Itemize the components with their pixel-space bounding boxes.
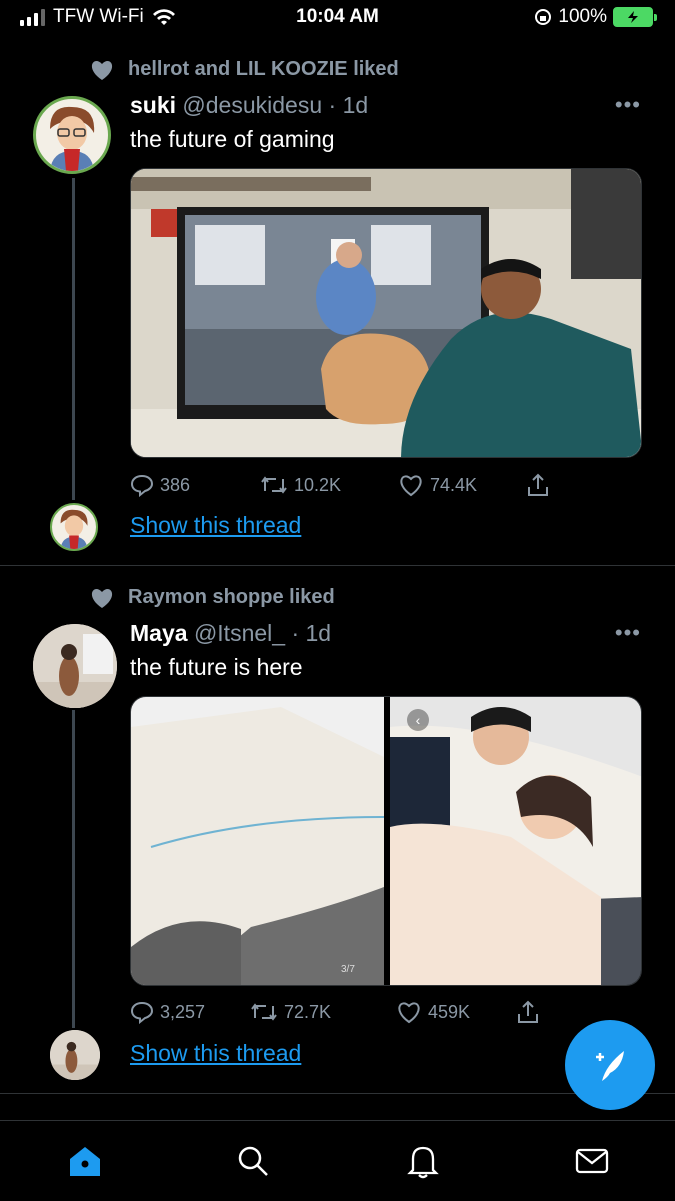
reply-icon bbox=[130, 1001, 154, 1024]
retweet-button[interactable]: 10.2K bbox=[260, 473, 398, 497]
more-icon[interactable]: ••• bbox=[615, 620, 641, 646]
media-counter: 3/7 bbox=[341, 964, 355, 975]
tab-notifications[interactable] bbox=[403, 1141, 443, 1181]
avatar[interactable] bbox=[33, 96, 111, 174]
thread-avatar-illustration bbox=[60, 509, 88, 549]
battery-icon bbox=[613, 7, 657, 27]
tweet-header: suki @desukidesu · 1d bbox=[130, 92, 368, 119]
media-photos: 3/7 bbox=[131, 697, 641, 985]
like-count: 74.4K bbox=[430, 474, 478, 495]
avatar[interactable] bbox=[33, 624, 117, 708]
avatar-illustration bbox=[50, 106, 95, 171]
tweet-text: the future of gaming bbox=[130, 126, 335, 152]
social-context: Raymon shoppe liked bbox=[90, 586, 335, 609]
retweet-button[interactable]: 72.7K bbox=[250, 1000, 396, 1024]
search-icon bbox=[238, 1146, 268, 1176]
thread-avatar[interactable] bbox=[50, 503, 98, 551]
tweet-actions: 386 10.2K 74.4K bbox=[130, 472, 570, 498]
tweet-header: Maya @Itsnel_ · 1d bbox=[130, 620, 331, 647]
back-icon[interactable]: ‹ bbox=[407, 709, 429, 731]
social-context: hellrot and LIL KOOZIE liked bbox=[90, 58, 399, 81]
tweet-actions: 3,257 72.7K 459K bbox=[130, 999, 570, 1025]
tweet-divider bbox=[0, 565, 675, 566]
like-icon bbox=[398, 1002, 420, 1024]
reply-count: 386 bbox=[160, 474, 191, 495]
reply-button[interactable]: 3,257 bbox=[130, 1000, 250, 1024]
avatar-photo bbox=[33, 624, 117, 708]
battery-percent: 100% bbox=[558, 6, 607, 27]
tweet-media[interactable]: 3/7 ‹ bbox=[130, 696, 642, 986]
tab-search[interactable] bbox=[233, 1141, 273, 1181]
thread-line bbox=[72, 710, 75, 1028]
share-icon bbox=[528, 473, 548, 496]
retweet-count: 72.7K bbox=[284, 1001, 332, 1022]
status-bar: TFW Wi-Fi 10:04 AM 100% bbox=[0, 0, 675, 36]
like-button[interactable]: 459K bbox=[396, 1000, 516, 1024]
media-photo bbox=[131, 169, 641, 457]
tweet-time: · 1d bbox=[328, 92, 369, 118]
compose-icon bbox=[596, 1051, 624, 1081]
tweet-time: · 1d bbox=[291, 620, 332, 646]
tab-bar bbox=[0, 1120, 675, 1201]
show-thread-link[interactable]: Show this thread bbox=[130, 1040, 301, 1067]
heart-icon bbox=[91, 60, 113, 80]
compose-button[interactable] bbox=[565, 1020, 655, 1110]
retweet-count: 10.2K bbox=[294, 474, 342, 495]
home-icon bbox=[70, 1147, 100, 1176]
like-count: 459K bbox=[428, 1001, 471, 1022]
share-button[interactable] bbox=[526, 472, 550, 498]
couple-photo bbox=[390, 697, 641, 985]
retweet-icon bbox=[251, 1003, 277, 1021]
tweet-text: the future is here bbox=[130, 654, 303, 680]
show-thread-link[interactable]: Show this thread bbox=[130, 512, 301, 539]
thread-avatar-photo bbox=[50, 1030, 100, 1080]
user-handle[interactable]: @Itsnel_ bbox=[194, 620, 285, 646]
thread-avatar[interactable] bbox=[50, 1030, 100, 1080]
share-icon bbox=[518, 1000, 538, 1023]
heart-icon bbox=[91, 588, 113, 608]
more-icon[interactable]: ••• bbox=[615, 92, 641, 118]
retweet-icon bbox=[261, 476, 287, 494]
notifications-icon bbox=[407, 1146, 439, 1179]
like-button[interactable]: 74.4K bbox=[398, 473, 526, 497]
display-name[interactable]: Maya bbox=[130, 620, 188, 646]
tab-home[interactable] bbox=[65, 1141, 105, 1181]
reply-button[interactable]: 386 bbox=[130, 473, 260, 497]
tweet-media[interactable] bbox=[130, 168, 642, 458]
tab-messages[interactable] bbox=[572, 1141, 612, 1181]
rotation-lock-icon bbox=[535, 9, 552, 25]
tweet-divider bbox=[0, 1093, 675, 1094]
share-button[interactable] bbox=[516, 999, 540, 1025]
thread-line bbox=[72, 178, 75, 500]
reply-icon bbox=[130, 474, 154, 497]
user-handle[interactable]: @desukidesu bbox=[182, 92, 322, 118]
status-right: 100% bbox=[534, 6, 657, 28]
like-icon bbox=[400, 475, 422, 497]
messages-icon bbox=[575, 1148, 609, 1174]
pillow-photo bbox=[131, 697, 385, 985]
display-name[interactable]: suki bbox=[130, 92, 176, 118]
reply-count: 3,257 bbox=[160, 1001, 206, 1022]
